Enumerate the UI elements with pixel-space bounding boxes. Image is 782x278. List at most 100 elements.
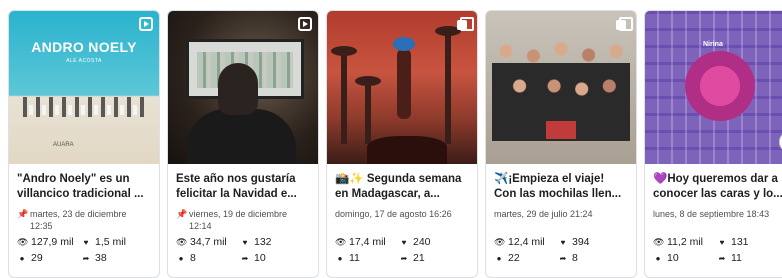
album-icon <box>457 17 474 31</box>
likes-count: 240 <box>413 236 431 248</box>
share-arrow-icon: ➦ <box>82 253 90 263</box>
share-arrow-icon: ➦ <box>559 253 567 263</box>
shares-stat: ➦ 21 <box>399 252 459 264</box>
tree-graphic <box>331 46 357 144</box>
post-thumbnail[interactable]: ANDRO NOELY ALE ACOSTA AUARA <box>9 11 159 164</box>
views-stat: 👁 12,4 mil <box>494 236 558 248</box>
post-date: martes, 29 de julio 21:24 <box>494 209 593 219</box>
reel-icon <box>298 17 312 31</box>
comments-count: 22 <box>508 252 520 264</box>
comment-bubble-icon: ● <box>19 253 25 263</box>
post-thumbnail[interactable] <box>168 11 318 164</box>
likes-stat: ♥ 240 <box>399 236 459 248</box>
post-date-row: martes, 29 de julio 21:24 <box>494 208 628 232</box>
likes-stat: ♥ 131 <box>717 236 777 248</box>
views-count: 127,9 mil <box>31 236 74 248</box>
post-title[interactable]: "Andro Noely" es un villancico tradicion… <box>17 172 151 202</box>
share-arrow-icon: ➦ <box>718 253 726 263</box>
eye-icon: 👁 <box>176 236 188 247</box>
posts-carousel: ANDRO NOELY ALE ACOSTA AUARA "Andro Noel… <box>0 0 782 278</box>
likes-count: 131 <box>731 236 749 248</box>
group-photo-detail <box>546 121 576 139</box>
comments-count: 8 <box>190 252 196 264</box>
views-stat: 👁 34,7 mil <box>176 236 240 248</box>
heart-icon: ♥ <box>560 237 566 247</box>
post-card[interactable]: 📸✨ Segunda semana en Madagascar, a... do… <box>326 10 478 278</box>
comments-stat: ● 8 <box>176 252 240 264</box>
post-date: lunes, 8 de septiembre 18:43 <box>653 209 770 219</box>
likes-stat: ♥ 394 <box>558 236 618 248</box>
shares-count: 10 <box>254 252 266 264</box>
crowd-graphic <box>367 136 447 164</box>
comments-stat: ● 22 <box>494 252 558 264</box>
post-thumbnail[interactable]: Nirina <box>645 11 782 164</box>
eye-icon: 👁 <box>335 236 347 247</box>
post-thumbnail[interactable] <box>486 11 636 164</box>
reel-icon <box>139 17 153 31</box>
comments-stat: ● 11 <box>335 252 399 264</box>
tree-graphic <box>435 26 461 144</box>
shares-count: 11 <box>731 252 742 264</box>
post-stats: 👁 12,4 mil ♥ 394 ● 22 ➦ 8 <box>494 236 628 264</box>
heart-icon: ♥ <box>401 237 407 247</box>
post-card[interactable]: ANDRO NOELY ALE ACOSTA AUARA "Andro Noel… <box>8 10 160 278</box>
heart-icon: ♥ <box>83 237 89 247</box>
shares-count: 38 <box>95 252 107 264</box>
views-stat: 👁 17,4 mil <box>335 236 399 248</box>
post-card[interactable]: Nirina 💜Hoy queremos dar a conocer las c… <box>644 10 782 278</box>
share-arrow-icon: ➦ <box>400 253 408 263</box>
heart-icon: ♥ <box>242 237 248 247</box>
album-icon <box>616 17 633 31</box>
post-date: viernes, 19 de diciembre 12:14 <box>189 209 288 231</box>
pin-icon: 📌 <box>17 209 29 219</box>
shares-stat: ➦ 10 <box>240 252 300 264</box>
post-date-row: 📌 viernes, 19 de diciembre 12:14 <box>176 208 310 232</box>
comments-count: 10 <box>667 252 679 264</box>
comments-count: 11 <box>349 252 360 264</box>
views-count: 12,4 mil <box>508 236 545 248</box>
post-date: domingo, 17 de agosto 16:26 <box>335 209 452 219</box>
post-title[interactable]: ✈️¡Empieza el viaje! Con las mochilas ll… <box>494 172 628 202</box>
person-graphic <box>186 109 296 164</box>
post-card[interactable]: ✈️¡Empieza el viaje! Con las mochilas ll… <box>485 10 637 278</box>
views-count: 34,7 mil <box>190 236 227 248</box>
likes-count: 132 <box>254 236 272 248</box>
comments-stat: ● 10 <box>653 252 717 264</box>
shares-count: 8 <box>572 252 578 264</box>
heart-icon: ♥ <box>719 237 725 247</box>
post-thumbnail[interactable] <box>327 11 477 164</box>
comments-count: 29 <box>31 252 43 264</box>
post-stats: 👁 34,7 mil ♥ 132 ● 8 ➦ 10 <box>176 236 310 264</box>
shares-stat: ➦ 11 <box>717 252 777 264</box>
views-count: 11,2 mil <box>667 236 703 248</box>
likes-count: 1,5 mil <box>95 236 126 248</box>
thumbnail-brand-text: ANDRO NOELY <box>31 39 137 55</box>
eye-icon: 👁 <box>494 236 506 247</box>
likes-stat: ♥ 1,5 mil <box>81 236 141 248</box>
dancers-graphic <box>29 105 141 115</box>
eye-icon: 👁 <box>17 236 29 247</box>
thumbnail-logo-text: AUARA <box>53 142 74 148</box>
eye-icon: 👁 <box>653 236 665 247</box>
pin-icon: 📌 <box>176 209 188 219</box>
views-count: 17,4 mil <box>349 236 386 248</box>
comment-bubble-icon: ● <box>655 253 661 263</box>
person-head-graphic <box>218 63 258 115</box>
post-stats: 👁 17,4 mil ♥ 240 ● 11 ➦ 21 <box>335 236 469 264</box>
logo-circle-graphic <box>685 51 755 121</box>
child-figure-graphic <box>393 37 415 119</box>
comment-bubble-icon: ● <box>178 253 184 263</box>
comment-bubble-icon: ● <box>337 253 343 263</box>
shares-stat: ➦ 8 <box>558 252 618 264</box>
post-stats: 👁 11,2 mil ♥ 131 ● 10 ➦ 11 <box>653 236 782 264</box>
views-stat: 👁 127,9 mil <box>17 236 81 248</box>
post-title[interactable]: 📸✨ Segunda semana en Madagascar, a... <box>335 172 469 202</box>
post-card[interactable]: Este año nos gustaría felicitar la Navid… <box>167 10 319 278</box>
post-title[interactable]: Este año nos gustaría felicitar la Navid… <box>176 172 310 202</box>
shares-stat: ➦ 38 <box>81 252 141 264</box>
post-date-row: lunes, 8 de septiembre 18:43 <box>653 208 782 232</box>
thumbnail-sub-text: ALE ACOSTA <box>66 58 102 64</box>
comment-bubble-icon: ● <box>496 253 502 263</box>
likes-count: 394 <box>572 236 590 248</box>
post-title[interactable]: 💜Hoy queremos dar a conocer las caras y … <box>653 172 782 202</box>
